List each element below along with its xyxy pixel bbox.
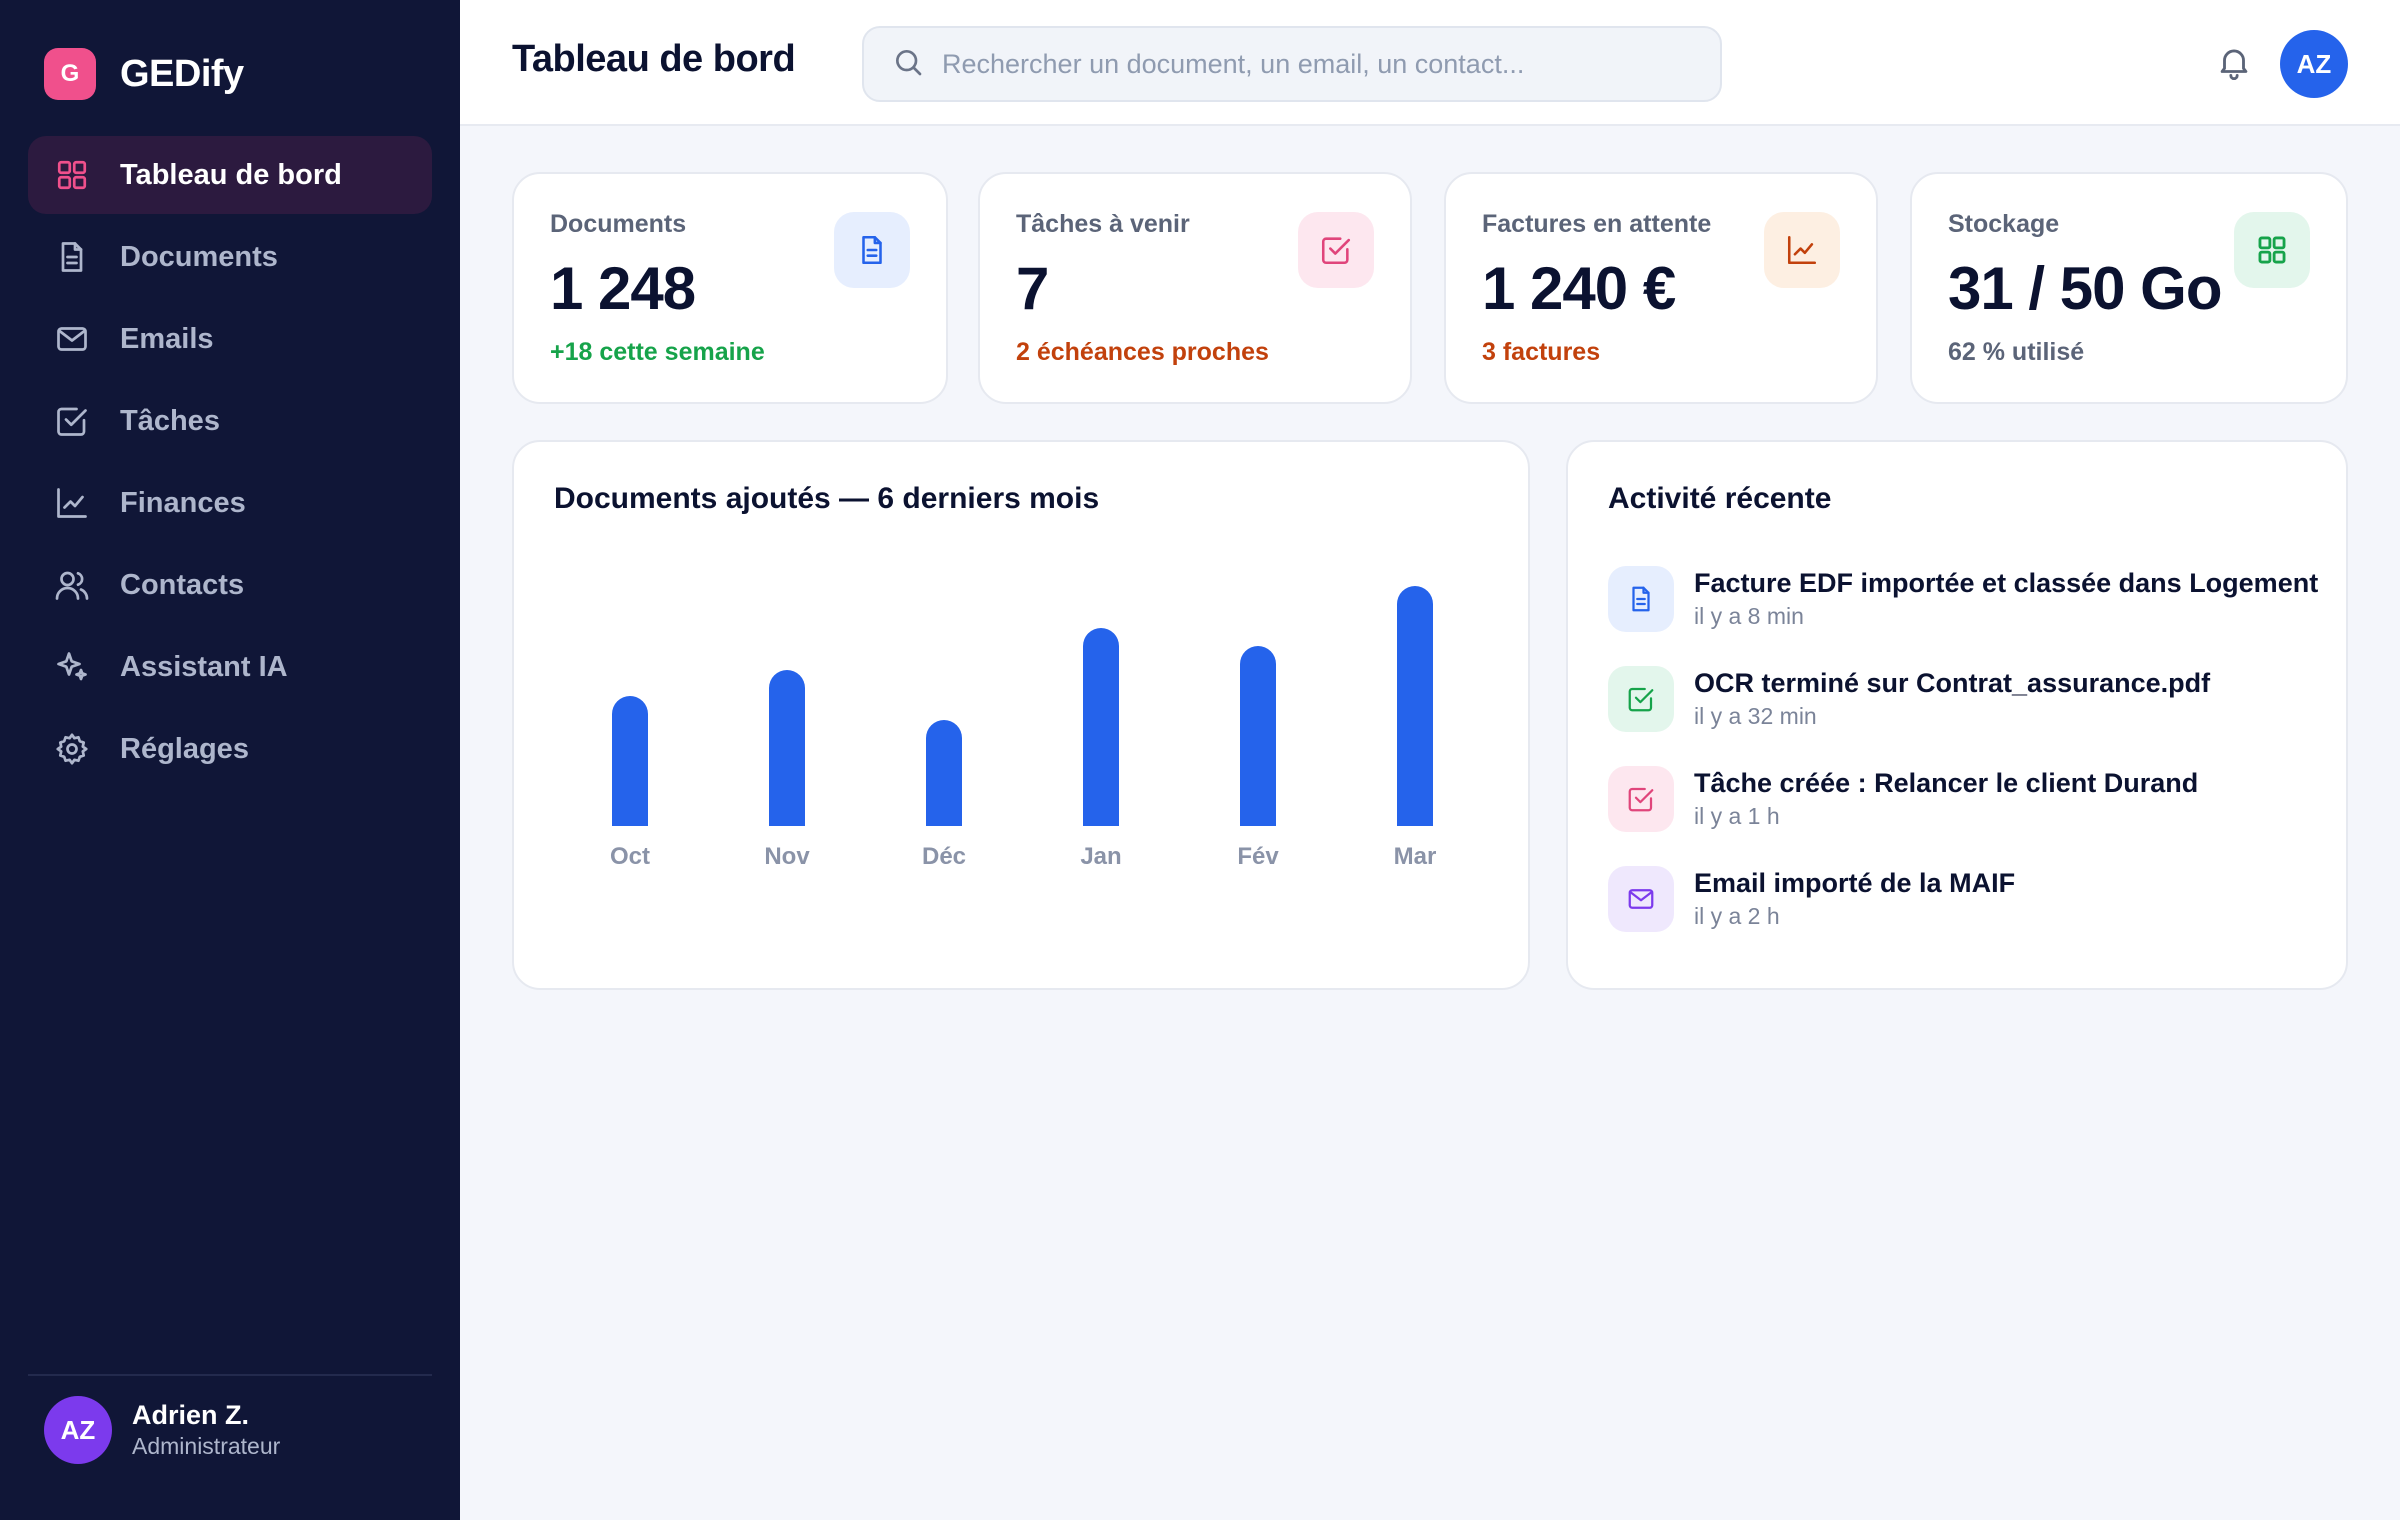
bar-chart: Oct Nov Déc Jan Fév Mar: [610, 586, 1437, 870]
stat-card[interactable]: Documents 1 248 +18 cette semaine: [512, 172, 948, 404]
sidebar-item-label: Tâches: [120, 404, 220, 437]
sidebar-item-assistant-ia[interactable]: Assistant IA: [28, 628, 432, 706]
x-tick-label: Nov: [764, 843, 810, 870]
stat-label: Documents: [550, 210, 687, 238]
avatar: AZ: [44, 1396, 112, 1464]
chart-bar[interactable]: [926, 720, 962, 826]
x-tick-label: Jan: [1080, 843, 1121, 870]
bell-icon[interactable]: [2214, 40, 2254, 84]
chart-line-icon: [54, 485, 90, 521]
sidebar-item-label: Tableau de bord: [120, 158, 342, 191]
sidebar-item-label: Finances: [120, 486, 246, 519]
stat-value: 1 240 €: [1482, 255, 1676, 322]
activity-title-text: OCR terminé sur Contrat_assurance.pdf: [1694, 668, 2211, 698]
sidebar-item-label: Documents: [120, 240, 278, 273]
activity-list: Facture EDF importée et classée dans Log…: [1608, 566, 2328, 966]
dashboard-icon: [54, 157, 90, 193]
stat-value: 1 248: [550, 255, 696, 322]
list-item[interactable]: OCR terminé sur Contrat_assurance.pdf il…: [1608, 666, 2328, 766]
chart-bar[interactable]: [1397, 586, 1433, 826]
x-tick-label: Mar: [1394, 843, 1437, 870]
stat-label: Factures en attente: [1482, 210, 1712, 238]
activity-card: Activité récente Facture EDF importée et…: [1566, 440, 2348, 990]
sidebar: G GEDify Tableau de bord Documents Emails T…: [0, 0, 460, 1520]
sidebar-item-label: Assistant IA: [120, 650, 288, 683]
x-tick-label: Oct: [610, 843, 650, 870]
activity-time: il y a 1 h: [1694, 803, 1780, 829]
brand[interactable]: G GEDify: [44, 48, 244, 100]
stat-card[interactable]: Tâches à venir 7 2 échéances proches: [978, 172, 1412, 404]
activity-title-text: Facture EDF importée et classée dans Log…: [1694, 568, 2319, 598]
activity-title: Activité récente: [1608, 482, 1832, 515]
stat-subtext: 62 % utilisé: [1948, 338, 2085, 366]
mail-icon: [1608, 866, 1674, 932]
activity-time: il y a 2 h: [1694, 903, 1780, 929]
stat-card[interactable]: Stockage 31 / 50 Go 62 % utilisé: [1910, 172, 2348, 404]
chart-card: Documents ajoutés — 6 derniers mois Oct N…: [512, 440, 1530, 990]
sidebar-item-contacts[interactable]: Contacts: [28, 546, 432, 624]
search-icon: [892, 46, 924, 83]
activity-time: il y a 32 min: [1694, 703, 1817, 729]
user-profile[interactable]: AZ Adrien Z. Administrateur: [44, 1396, 280, 1464]
header-avatar[interactable]: AZ: [2280, 30, 2348, 98]
sidebar-divider: [28, 1374, 432, 1376]
user-name: Adrien Z.: [132, 1400, 250, 1430]
stat-subtext: 3 factures: [1482, 338, 1601, 366]
activity-title-text: Tâche créée : Relancer le client Durand: [1694, 768, 2199, 798]
list-item[interactable]: Facture EDF importée et classée dans Log…: [1608, 566, 2328, 666]
page-title: Tableau de bord: [512, 38, 796, 80]
stat-subtext: +18 cette semaine: [550, 338, 765, 366]
search-bar[interactable]: [862, 26, 1722, 102]
search-input[interactable]: [942, 48, 1702, 80]
activity-time: il y a 8 min: [1694, 603, 1804, 629]
stat-value: 7: [1016, 255, 1049, 322]
document-icon: [54, 239, 90, 275]
chart-line-icon: [1764, 212, 1840, 288]
user-role: Administrateur: [132, 1433, 281, 1459]
stat-label: Tâches à venir: [1016, 210, 1190, 238]
activity-title-text: Email importé de la MAIF: [1694, 868, 2016, 898]
sidebar-item-taches[interactable]: Tâches: [28, 382, 432, 460]
list-item[interactable]: Email importé de la MAIF il y a 2 h: [1608, 866, 2328, 966]
sidebar-item-emails[interactable]: Emails: [28, 300, 432, 378]
mail-icon: [54, 321, 90, 357]
task-check-icon: [54, 403, 90, 439]
list-item[interactable]: Tâche créée : Relancer le client Durand …: [1608, 766, 2328, 866]
top-header: Tableau de bord AZ: [460, 0, 2400, 126]
grid-icon: [2234, 212, 2310, 288]
sidebar-item-finances[interactable]: Finances: [28, 464, 432, 542]
users-icon: [54, 567, 90, 603]
task-check-icon: [1608, 666, 1674, 732]
chart-bar[interactable]: [612, 696, 648, 826]
task-check-icon: [1608, 766, 1674, 832]
sidebar-item-label: Contacts: [120, 568, 245, 601]
sidebar-item-tableau-de-bord[interactable]: Tableau de bord: [28, 136, 432, 214]
stat-card[interactable]: Factures en attente 1 240 € 3 factures: [1444, 172, 1878, 404]
stat-value: 31 / 50 Go: [1948, 255, 2222, 322]
stat-subtext: 2 échéances proches: [1016, 338, 1269, 366]
stat-label: Stockage: [1948, 210, 2060, 238]
app-logo: G: [44, 48, 96, 100]
gear-icon: [54, 731, 90, 767]
sidebar-item-label: Réglages: [120, 732, 249, 765]
chart-bar[interactable]: [1083, 628, 1119, 826]
sidebar-item-reglages[interactable]: Réglages: [28, 710, 432, 788]
chart-bar[interactable]: [769, 670, 805, 826]
sidebar-item-label: Emails: [120, 322, 214, 355]
task-check-icon: [1298, 212, 1374, 288]
x-tick-label: Fév: [1237, 843, 1279, 870]
sidebar-item-documents[interactable]: Documents: [28, 218, 432, 296]
app-name: GEDify: [120, 52, 244, 95]
sidebar-nav: Tableau de bord Documents Emails Tâches Fina…: [28, 136, 432, 792]
x-tick-label: Déc: [922, 843, 966, 870]
chart-bar[interactable]: [1240, 646, 1276, 826]
document-icon: [1608, 566, 1674, 632]
document-icon: [834, 212, 910, 288]
sparkle-icon: [54, 649, 90, 685]
